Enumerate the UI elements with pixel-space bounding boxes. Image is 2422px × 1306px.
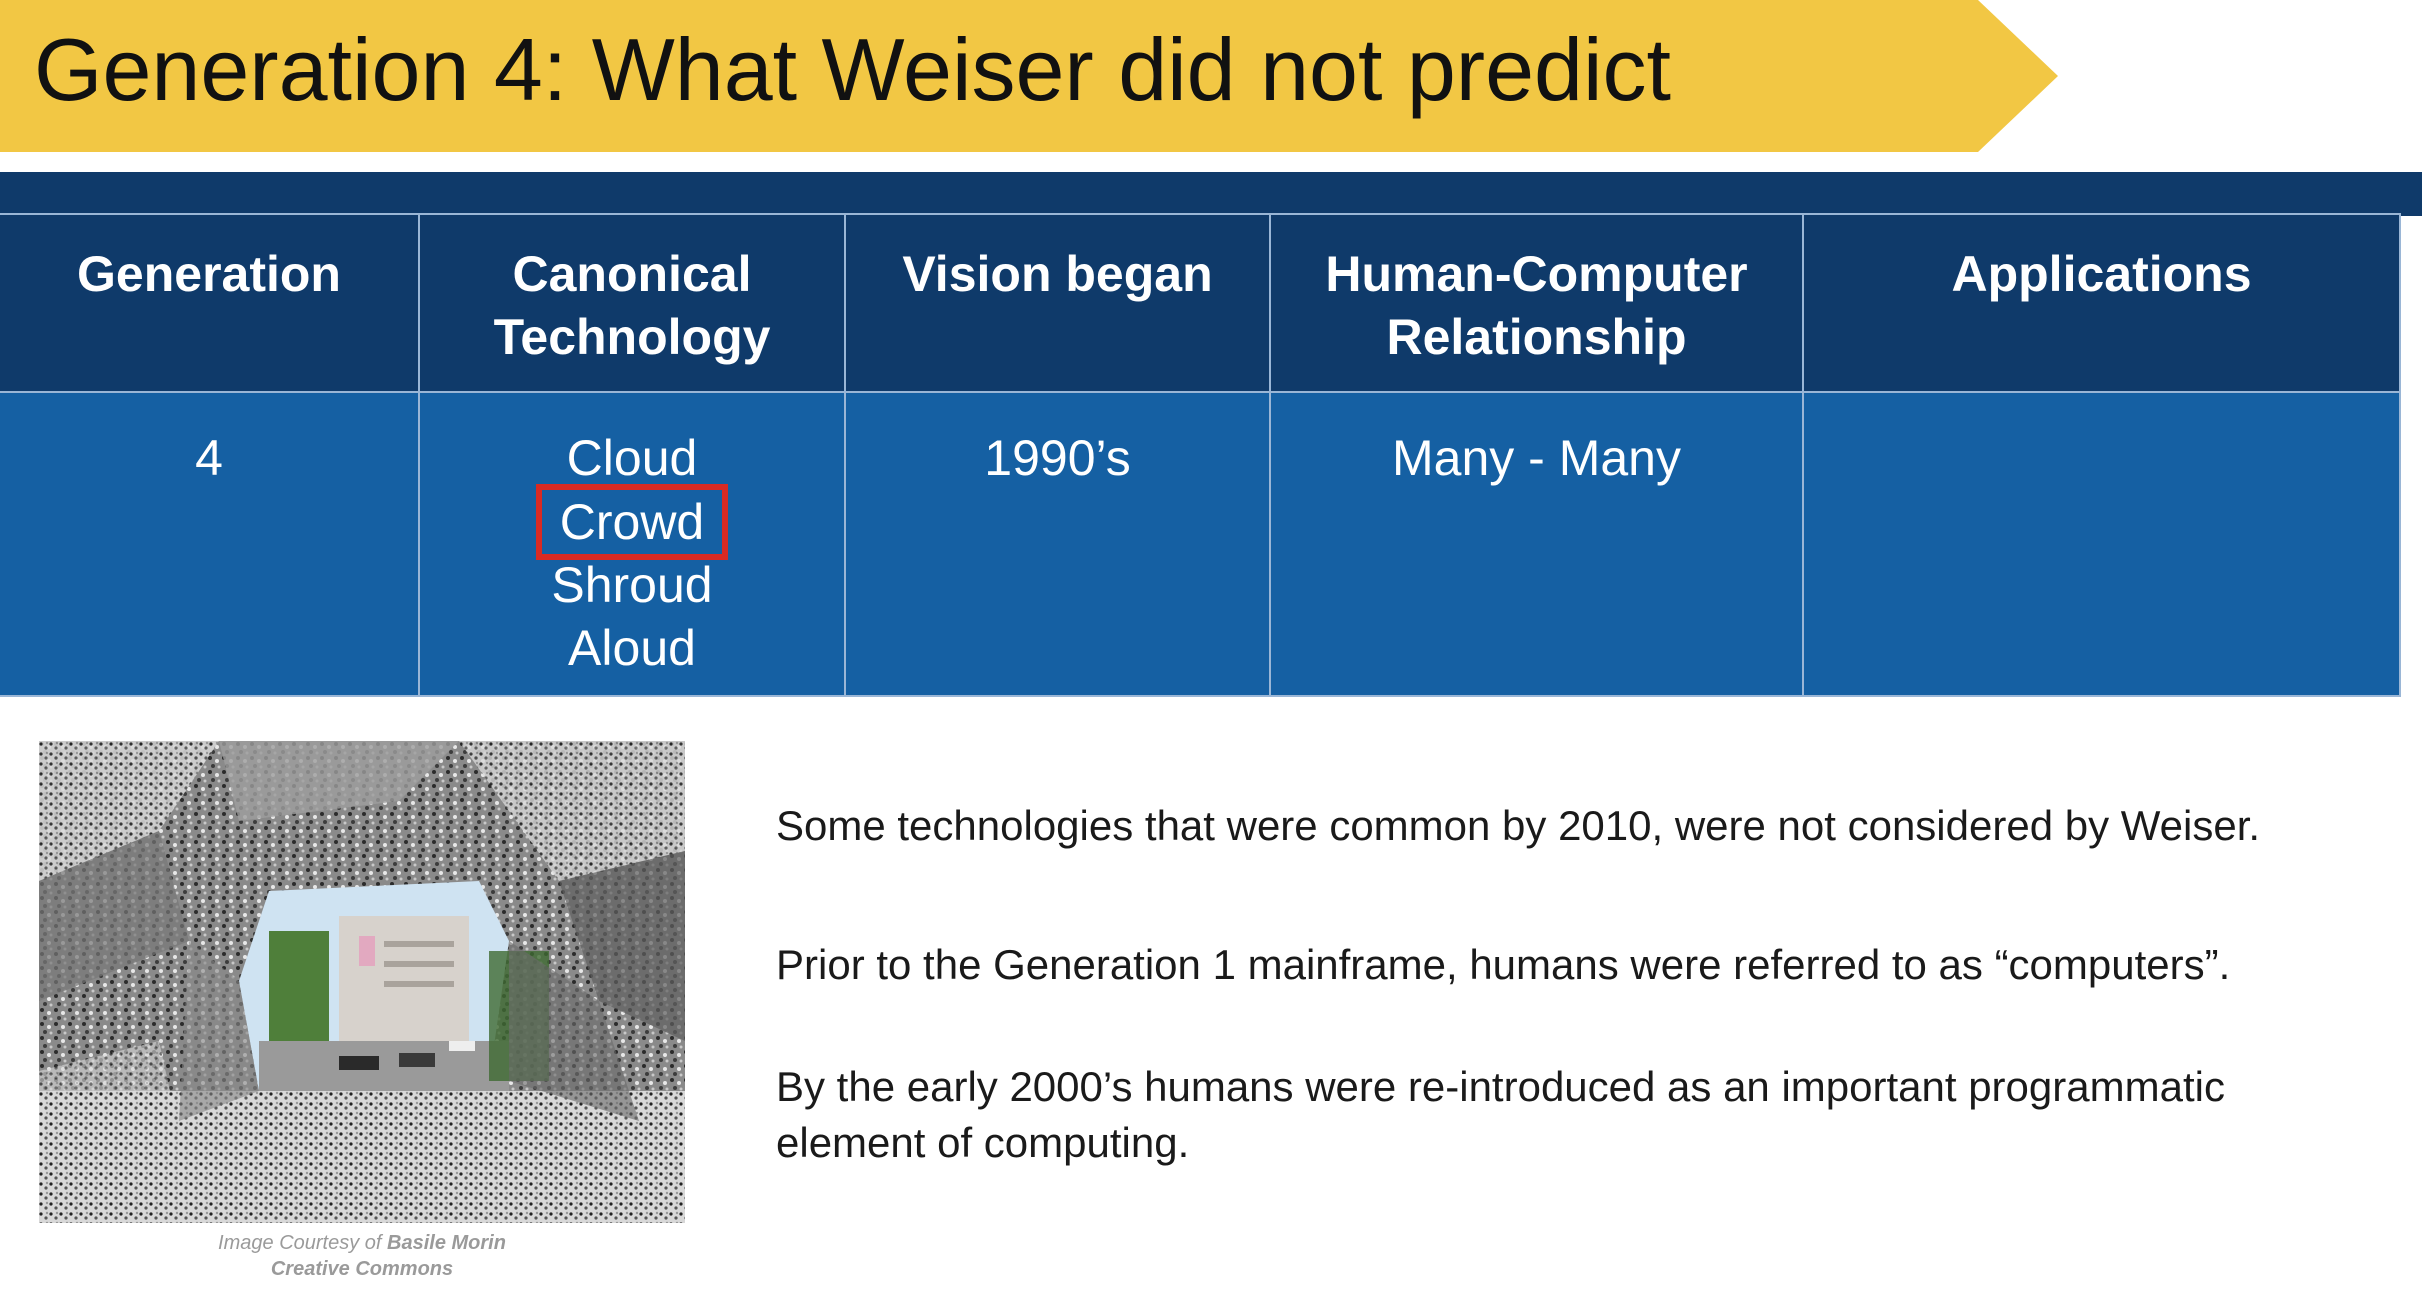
credit-line-1: Image Courtesy of Basile Morin — [39, 1230, 685, 1256]
credit-author: Basile Morin — [387, 1232, 506, 1254]
body-paragraph-1: Some technologies that were common by 20… — [776, 802, 2261, 849]
credit-prefix: Image Courtesy of — [218, 1232, 388, 1254]
generation-table: Generation Canonical Technology Vision b… — [0, 213, 2401, 697]
photo-illustration — [39, 741, 685, 1223]
technology-item: Shroud — [551, 557, 713, 613]
technology-item: Cloud — [566, 430, 698, 486]
table-row: 4 Cloud Crowd Shroud Aloud 1990’s Many -… — [0, 391, 2401, 697]
body-paragraph-3: By the early 2000’s humans were re-intro… — [776, 1063, 2225, 1166]
slide-title: Generation 4: What Weiser did not predic… — [34, 20, 1671, 119]
cell-canonical-technology: Cloud Crowd Shroud Aloud — [418, 391, 846, 697]
kaleidoscope-crowd-photo — [39, 741, 685, 1223]
table-top-band — [0, 172, 2422, 216]
title-banner: Generation 4: What Weiser did not predic… — [0, 0, 2060, 152]
slide: Generation 4: What Weiser did not predic… — [0, 0, 2422, 1306]
header-human-computer-relationship: Human-Computer Relationship — [1269, 213, 1804, 393]
technology-item-highlighted: Crowd — [430, 484, 834, 560]
header-canonical-technology: Canonical Technology — [418, 213, 846, 393]
header-generation: Generation — [0, 213, 420, 393]
header-applications: Applications — [1802, 213, 2401, 393]
credit-line-2: Creative Commons — [39, 1256, 685, 1282]
body-paragraph-2: Prior to the Generation 1 mainframe, hum… — [776, 941, 2231, 988]
cell-generation: 4 — [0, 391, 420, 697]
header-vision-began: Vision began — [844, 213, 1271, 393]
table-header-row: Generation Canonical Technology Vision b… — [0, 213, 2401, 393]
highlight-box: Crowd — [535, 484, 729, 560]
credit-license: Creative Commons — [270, 1258, 454, 1280]
technology-item: Aloud — [568, 620, 696, 676]
image-credit: Image Courtesy of Basile Morin Creative … — [39, 1230, 685, 1282]
cell-vision-began: 1990’s — [844, 391, 1271, 697]
cell-relationship: Many - Many — [1269, 391, 1804, 697]
cell-applications — [1802, 391, 2401, 697]
